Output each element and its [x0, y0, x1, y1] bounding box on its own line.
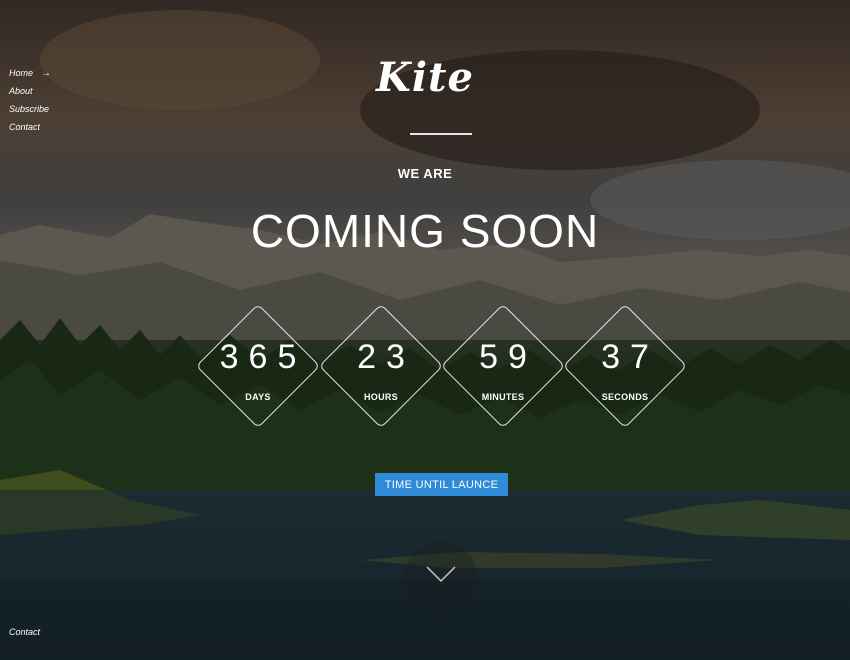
countdown-value: 365	[219, 338, 307, 376]
time-until-launch-button[interactable]: TIME UNTIL LAUNCE	[375, 473, 508, 496]
countdown-label: HOURS	[363, 392, 398, 402]
countdown-days: 365 DAYS	[195, 303, 321, 429]
chevron-down-icon	[426, 566, 456, 583]
nav-item-label: Subscribe	[9, 104, 50, 114]
nav-item-subscribe[interactable]: Subscribe	[9, 100, 51, 118]
countdown-value: 23	[357, 338, 415, 376]
countdown-label: MINUTES	[481, 392, 525, 402]
logo: Kite	[376, 54, 474, 101]
countdown-seconds: 37 SECONDS	[562, 303, 688, 429]
countdown-value: 59	[479, 338, 537, 376]
footer-contact-link[interactable]: Contact	[9, 627, 40, 637]
divider	[410, 133, 472, 135]
scroll-down-button[interactable]	[405, 541, 477, 613]
nav-item-label: Contact	[9, 122, 41, 132]
countdown-minutes: 59 MINUTES	[440, 303, 566, 429]
countdown-value: 37	[601, 338, 659, 376]
hero-eyebrow: WE ARE	[397, 166, 453, 181]
page-title: COMING SOON	[250, 205, 600, 257]
countdown-label: DAYS	[245, 392, 271, 402]
countdown-label: SECONDS	[601, 392, 649, 402]
countdown-hours: 23 HOURS	[318, 303, 444, 429]
nav-item-contact[interactable]: Contact	[9, 118, 51, 136]
